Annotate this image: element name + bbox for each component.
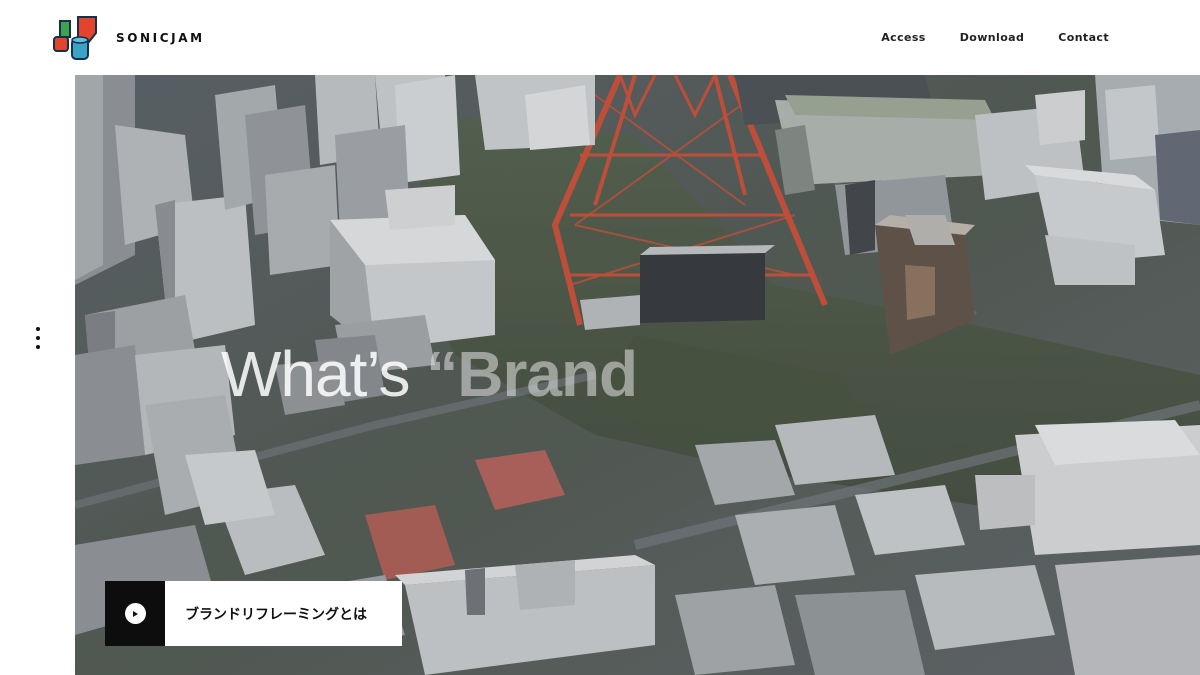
- brand-reframing-video-button[interactable]: ブランドリフレーミングとは: [105, 581, 402, 646]
- menu-dot: [36, 345, 40, 349]
- sonicjam-logo-icon[interactable]: [52, 15, 100, 61]
- brand-name[interactable]: SONICJAM: [116, 31, 205, 45]
- nav-access[interactable]: Access: [881, 31, 926, 44]
- headline-faded: “Brand: [426, 338, 638, 410]
- play-button-box: [105, 581, 165, 646]
- site-header: SONICJAM Access Download Contact: [0, 0, 1200, 75]
- nav-contact[interactable]: Contact: [1058, 31, 1109, 44]
- kebab-menu-icon[interactable]: [35, 327, 41, 349]
- main-nav: Access Download Contact: [881, 31, 1109, 44]
- play-icon: [124, 603, 146, 624]
- menu-dot: [36, 327, 40, 331]
- nav-download[interactable]: Download: [960, 31, 1025, 44]
- hero-headline: What’s “Brand: [221, 337, 638, 411]
- cta-label: ブランドリフレーミングとは: [185, 606, 367, 623]
- menu-dot: [36, 336, 40, 340]
- headline-main: What’s: [221, 338, 410, 410]
